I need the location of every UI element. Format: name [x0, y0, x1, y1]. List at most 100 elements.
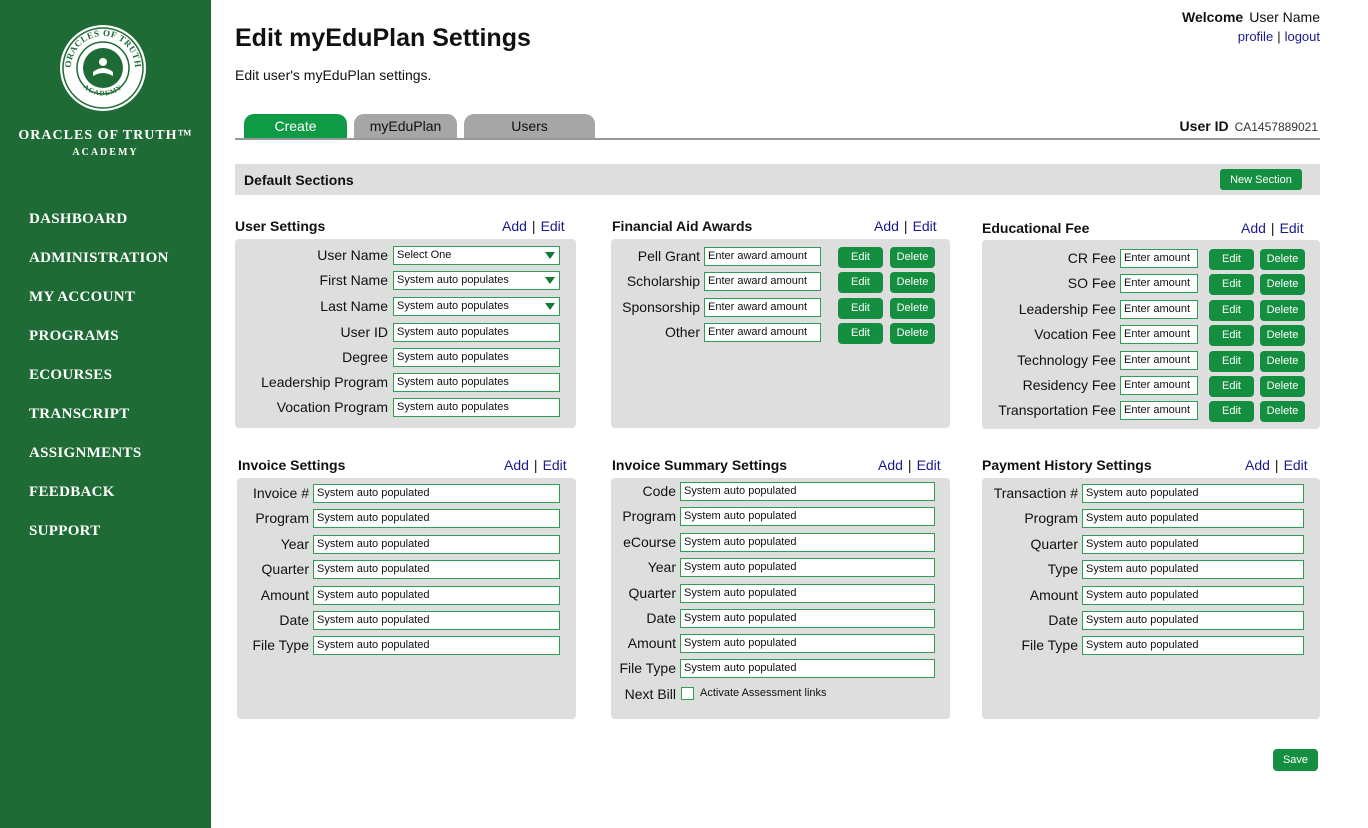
nav-my-account[interactable]: MY ACCOUNT — [29, 289, 169, 328]
financial-aid-edit-link[interactable]: Edit — [913, 218, 937, 234]
technology-fee-input[interactable]: Enter amount — [1120, 351, 1198, 370]
field-label: Leadership Fee — [1018, 301, 1116, 317]
residency-fee-input[interactable]: Enter amount — [1120, 376, 1198, 395]
amount-field[interactable]: System auto populated — [313, 586, 560, 605]
nav-transcript[interactable]: TRANSCRIPT — [29, 406, 169, 445]
amount-field[interactable]: System auto populated — [680, 634, 935, 653]
delete-button[interactable]: Delete — [1260, 300, 1305, 321]
user-settings-edit-link[interactable]: Edit — [541, 218, 565, 234]
edit-button[interactable]: Edit — [1209, 325, 1254, 346]
edit-button[interactable]: Edit — [838, 298, 883, 319]
degree-field[interactable]: System auto populates — [393, 348, 560, 367]
amount-field[interactable]: System auto populated — [1082, 586, 1304, 605]
edit-button[interactable]: Edit — [1209, 249, 1254, 270]
nav-administration[interactable]: ADMINISTRATION — [29, 250, 169, 289]
transaction-number-field[interactable]: System auto populated — [1082, 484, 1304, 503]
delete-button[interactable]: Delete — [890, 323, 935, 344]
vocation-program-field[interactable]: System auto populates — [393, 398, 560, 417]
delete-button[interactable]: Delete — [890, 272, 935, 293]
user-name-select[interactable]: Select One — [393, 246, 560, 265]
quarter-field[interactable]: System auto populated — [313, 560, 560, 579]
file-type-field[interactable]: System auto populated — [313, 636, 560, 655]
pell-grant-input[interactable]: Enter award amount — [704, 247, 821, 266]
edit-button[interactable]: Edit — [1209, 351, 1254, 372]
delete-button[interactable]: Delete — [890, 247, 935, 268]
transportation-fee-input[interactable]: Enter amount — [1120, 401, 1198, 420]
program-field[interactable]: System auto populated — [313, 509, 560, 528]
select-value: System auto populates — [397, 274, 509, 286]
program-field[interactable]: System auto populated — [680, 507, 935, 526]
tab-myeduplan[interactable]: myEduPlan — [354, 114, 457, 139]
profile-link[interactable]: profile — [1238, 29, 1273, 44]
code-field[interactable]: System auto populated — [680, 482, 935, 501]
year-field[interactable]: System auto populated — [680, 558, 935, 577]
delete-button[interactable]: Delete — [890, 298, 935, 319]
new-section-button[interactable]: New Section — [1220, 169, 1302, 190]
vocation-fee-input[interactable]: Enter amount — [1120, 325, 1198, 344]
delete-button[interactable]: Delete — [1260, 376, 1305, 397]
user-settings-add-link[interactable]: Add — [502, 218, 527, 234]
logout-link[interactable]: logout — [1285, 29, 1320, 44]
file-type-field[interactable]: System auto populated — [1082, 636, 1304, 655]
date-field[interactable]: System auto populated — [680, 609, 935, 628]
nav-assignments[interactable]: ASSIGNMENTS — [29, 445, 169, 484]
action-separator: | — [533, 457, 538, 473]
invoice-summary-add-link[interactable]: Add — [878, 457, 903, 473]
financial-aid-add-link[interactable]: Add — [874, 218, 899, 234]
tab-create[interactable]: Create — [244, 114, 347, 139]
edit-button[interactable]: Edit — [1209, 274, 1254, 295]
edit-button[interactable]: Edit — [1209, 401, 1254, 422]
activate-assessment-checkbox[interactable] — [681, 687, 694, 700]
edit-button[interactable]: Edit — [838, 247, 883, 268]
edit-button[interactable]: Edit — [838, 272, 883, 293]
nav-support[interactable]: SUPPORT — [29, 523, 169, 562]
nav-dashboard[interactable]: DASHBOARD — [29, 211, 169, 250]
invoice-summary-edit-link[interactable]: Edit — [917, 457, 941, 473]
file-type-field[interactable]: System auto populated — [680, 659, 935, 678]
leadership-program-field[interactable]: System auto populates — [393, 373, 560, 392]
field-label: Degree — [342, 349, 388, 365]
user-id-field[interactable]: System auto populates — [393, 323, 560, 342]
select-value: Select One — [397, 249, 452, 261]
quarter-field[interactable]: System auto populated — [680, 584, 935, 603]
invoice-settings-edit-link[interactable]: Edit — [543, 457, 567, 473]
educational-fee-edit-link[interactable]: Edit — [1280, 220, 1304, 236]
edit-button[interactable]: Edit — [1209, 300, 1254, 321]
program-field[interactable]: System auto populated — [1082, 509, 1304, 528]
invoice-settings-add-link[interactable]: Add — [504, 457, 529, 473]
so-fee-input[interactable]: Enter amount — [1120, 274, 1198, 293]
year-field[interactable]: System auto populated — [313, 535, 560, 554]
field-label: Date — [279, 612, 309, 628]
last-name-select[interactable]: System auto populates — [393, 297, 560, 316]
delete-button[interactable]: Delete — [1260, 351, 1305, 372]
nav-ecourses[interactable]: ECOURSES — [29, 367, 169, 406]
page-description: Edit user's myEduPlan settings. — [235, 67, 432, 83]
edit-button[interactable]: Edit — [838, 323, 883, 344]
tab-users[interactable]: Users — [464, 114, 595, 139]
type-field[interactable]: System auto populated — [1082, 560, 1304, 579]
edit-button[interactable]: Edit — [1209, 376, 1254, 397]
ecourse-field[interactable]: System auto populated — [680, 533, 935, 552]
nav-programs[interactable]: PROGRAMS — [29, 328, 169, 367]
payment-history-add-link[interactable]: Add — [1245, 457, 1270, 473]
sponsorship-input[interactable]: Enter award amount — [704, 298, 821, 317]
delete-button[interactable]: Delete — [1260, 401, 1305, 422]
first-name-select[interactable]: System auto populates — [393, 271, 560, 290]
invoice-number-field[interactable]: System auto populated — [313, 484, 560, 503]
delete-button[interactable]: Delete — [1260, 325, 1305, 346]
delete-button[interactable]: Delete — [1260, 249, 1305, 270]
leadership-fee-input[interactable]: Enter amount — [1120, 300, 1198, 319]
nav-feedback[interactable]: FEEDBACK — [29, 484, 169, 523]
date-field[interactable]: System auto populated — [313, 611, 560, 630]
other-award-input[interactable]: Enter award amount — [704, 323, 821, 342]
payment-history-edit-link[interactable]: Edit — [1284, 457, 1308, 473]
quarter-field[interactable]: System auto populated — [1082, 535, 1304, 554]
save-button[interactable]: Save — [1273, 749, 1318, 771]
delete-button[interactable]: Delete — [1260, 274, 1305, 295]
form-row: Technology Fee Enter amount Edit Delete — [982, 351, 1320, 372]
cr-fee-input[interactable]: Enter amount — [1120, 249, 1198, 268]
educational-fee-add-link[interactable]: Add — [1241, 220, 1266, 236]
action-separator: | — [1274, 457, 1279, 473]
date-field[interactable]: System auto populated — [1082, 611, 1304, 630]
scholarship-input[interactable]: Enter award amount — [704, 272, 821, 291]
